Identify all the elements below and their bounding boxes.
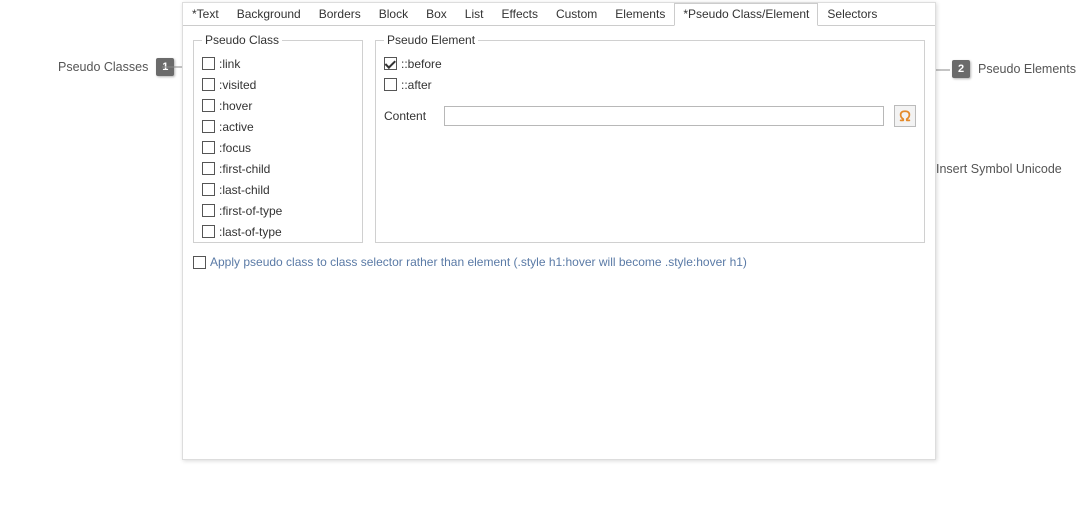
checkbox-row-focus: :focus	[202, 137, 354, 158]
tab-box[interactable]: Box	[417, 3, 456, 25]
checkbox-link-label: :link	[219, 57, 240, 71]
tab-elements-label: Elements	[615, 7, 665, 21]
callout-2-badge: 2	[952, 60, 970, 78]
tab-borders[interactable]: Borders	[310, 3, 370, 25]
checkbox-first-of-type-label: :first-of-type	[219, 204, 282, 218]
callout-1: Pseudo Classes 1	[58, 58, 174, 76]
tab-text-label: *Text	[192, 7, 219, 21]
insert-symbol-button[interactable]	[894, 105, 916, 127]
tab-list[interactable]: List	[456, 3, 493, 25]
apply-option-label: Apply pseudo class to class selector rat…	[210, 255, 747, 269]
checkbox-active-label: :active	[219, 120, 254, 134]
checkbox-last-child-label: :last-child	[219, 183, 270, 197]
tab-text[interactable]: *Text	[183, 3, 228, 25]
checkbox-hover-label: :hover	[219, 99, 252, 113]
tab-background-label: Background	[237, 7, 301, 21]
checkbox-row-last-of-type: :last-of-type	[202, 221, 354, 242]
pseudo-class-legend: Pseudo Class	[202, 33, 282, 47]
tab-background[interactable]: Background	[228, 3, 310, 25]
checkbox-first-child-label: :first-child	[219, 162, 270, 176]
tab-pseudo-label: *Pseudo Class/Element	[683, 7, 809, 21]
callout-1-text: Pseudo Classes	[58, 60, 148, 74]
apply-option-row: Apply pseudo class to class selector rat…	[193, 255, 747, 269]
checkbox-row-hover: :hover	[202, 95, 354, 116]
checkbox-row-visited: :visited	[202, 74, 354, 95]
checkbox-last-of-type[interactable]	[202, 225, 215, 238]
tab-box-label: Box	[426, 7, 447, 21]
content-field-row: Content	[384, 105, 916, 127]
checkbox-after[interactable]	[384, 78, 397, 91]
checkbox-hover[interactable]	[202, 99, 215, 112]
pseudo-class-group: Pseudo Class :link :visited :hover :acti…	[193, 33, 363, 243]
checkbox-focus-label: :focus	[219, 141, 251, 155]
checkbox-row-link: :link	[202, 53, 354, 74]
callout-1-badge: 1	[156, 58, 174, 76]
tab-content: Pseudo Class :link :visited :hover :acti…	[183, 26, 935, 253]
checkbox-row-before: ::before	[384, 53, 916, 74]
tab-custom-label: Custom	[556, 7, 597, 21]
tab-elements[interactable]: Elements	[606, 3, 674, 25]
checkbox-row-after: ::after	[384, 74, 916, 95]
checkbox-visited[interactable]	[202, 78, 215, 91]
pseudo-element-legend: Pseudo Element	[384, 33, 478, 47]
checkbox-active[interactable]	[202, 120, 215, 133]
omega-icon	[898, 109, 912, 123]
checkbox-visited-label: :visited	[219, 78, 256, 92]
checkbox-row-active: :active	[202, 116, 354, 137]
content-input[interactable]	[444, 106, 884, 126]
tab-pseudo-class-element[interactable]: *Pseudo Class/Element	[674, 3, 818, 26]
tab-custom[interactable]: Custom	[547, 3, 606, 25]
tab-selectors-label: Selectors	[827, 7, 877, 21]
tab-selectors[interactable]: Selectors	[818, 3, 886, 25]
pseudo-element-group: Pseudo Element ::before ::after Content	[375, 33, 925, 243]
css-editor-panel: *Text Background Borders Block Box List …	[182, 2, 936, 460]
callout-3-text: Insert Symbol Unicode	[936, 162, 1062, 176]
tab-borders-label: Borders	[319, 7, 361, 21]
checkbox-apply-to-class-selector[interactable]	[193, 256, 206, 269]
checkbox-after-label: ::after	[401, 78, 432, 92]
callout-2: 2 Pseudo Elements	[952, 60, 1076, 78]
tab-list-label: List	[465, 7, 484, 21]
tab-block[interactable]: Block	[370, 3, 417, 25]
checkbox-link[interactable]	[202, 57, 215, 70]
checkbox-last-child[interactable]	[202, 183, 215, 196]
checkbox-focus[interactable]	[202, 141, 215, 154]
checkbox-before-label: ::before	[401, 57, 442, 71]
tab-block-label: Block	[379, 7, 408, 21]
callout-2-text: Pseudo Elements	[978, 62, 1076, 76]
content-label: Content	[384, 109, 434, 123]
tab-effects-label: Effects	[501, 7, 537, 21]
checkbox-first-child[interactable]	[202, 162, 215, 175]
checkbox-last-of-type-label: :last-of-type	[219, 225, 282, 239]
tab-bar: *Text Background Borders Block Box List …	[183, 3, 935, 26]
checkbox-before[interactable]	[384, 57, 397, 70]
checkbox-row-first-child: :first-child	[202, 158, 354, 179]
checkbox-first-of-type[interactable]	[202, 204, 215, 217]
tab-effects[interactable]: Effects	[492, 3, 546, 25]
checkbox-row-last-child: :last-child	[202, 179, 354, 200]
checkbox-row-first-of-type: :first-of-type	[202, 200, 354, 221]
